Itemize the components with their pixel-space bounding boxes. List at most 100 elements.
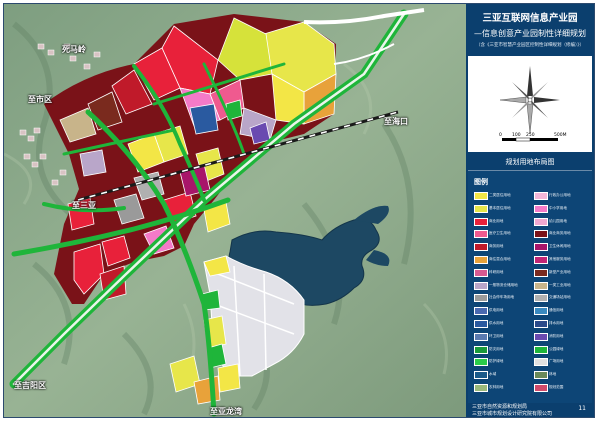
legend-item: 供水用地 (474, 319, 534, 328)
legend-label: 商业商务用地 (549, 231, 571, 236)
legend-label: 新型产业用地 (549, 269, 571, 274)
legend-item: 供电用地 (474, 306, 534, 316)
legend-item: 消防用地 (534, 332, 594, 341)
legend-label: 防护绿地 (489, 359, 504, 364)
legend-swatch (474, 384, 488, 392)
legend-swatch (474, 243, 488, 252)
legend-label: 卫生休闲用地 (549, 244, 571, 249)
legend-item: 交通场站用地 (534, 293, 594, 303)
legend-item: 公园绿地 (534, 345, 594, 354)
legend-swatch (474, 307, 488, 316)
legend-item: 社会停车场用地 (474, 293, 534, 303)
legend-label: 消防用地 (549, 333, 564, 338)
legend-swatch (534, 294, 548, 303)
legend-item: 一类工业用地 (534, 281, 594, 290)
legend-swatch (474, 332, 488, 341)
legend-label: 科研用地 (489, 269, 504, 274)
legend-item: 防护绿地 (474, 357, 534, 367)
legend-label: 排水用地 (549, 321, 564, 325)
legend-swatch (534, 345, 548, 354)
compass-scale-box: 0 100 250 500M (468, 56, 592, 152)
figure-frame: 死马岭 至市区 至海口 至三亚 至吉阳区 至亚龙湾 三亚互联网信息产业园 —信息… (3, 3, 595, 418)
legend-label: 农林用地 (489, 385, 504, 389)
legend-label: 防灾用地 (489, 346, 504, 351)
page-number: 11 (578, 405, 586, 412)
legend-label: 规划范围 (549, 385, 564, 389)
legend-label: 交通场站用地 (549, 295, 571, 300)
info-panel: 三亚互联网信息产业园 —信息创意产业园制性详细规划 （含《三亚市智慧产业园区控制… (466, 4, 594, 417)
legend-item: 新型产业用地 (534, 268, 594, 277)
legend-item: 通信用地 (534, 306, 594, 316)
legend-swatch (534, 281, 548, 290)
legend-swatch (474, 230, 488, 239)
scale-label-250: 250 (526, 132, 535, 138)
legend-swatch (474, 192, 488, 200)
legend-item: 科研用地 (474, 268, 534, 277)
legend: 图例 二类居住用地 行政办公用地基本居住用地 中小学用地 商业用地 幼儿园用地医疗卫生用… (468, 170, 592, 403)
scale-label-500: 500M (554, 132, 567, 138)
legend-label: 供水用地 (489, 321, 504, 325)
legend-swatch (534, 358, 548, 367)
land-use-map: 死马岭 至市区 至海口 至三亚 至吉阳区 至亚龙湾 (4, 4, 466, 417)
legend-item: 环卫用地 (474, 332, 534, 341)
label-to-yalonghu: 至亚龙湾 (210, 407, 242, 416)
legend-swatch (474, 294, 488, 303)
map-title: 规划用地布局图 (505, 158, 555, 166)
legend-label: 其他服务用地 (549, 257, 571, 261)
legend-item: 广场用地 (534, 357, 594, 367)
legend-label: 医疗卫生用地 (489, 231, 511, 236)
legend-swatch (474, 320, 488, 328)
legend-item: 行政办公用地 (534, 191, 594, 200)
legend-swatch (474, 268, 488, 277)
legend-item: 规划范围 (534, 383, 594, 392)
label-siwaling: 死马岭 (62, 45, 86, 54)
legend-swatch (534, 307, 548, 316)
legend-swatch (534, 243, 548, 252)
legend-item: 商业用地 (474, 217, 534, 226)
legend-label: 基本居住用地 (489, 205, 511, 210)
legend-item: 商住混合用地 (474, 255, 534, 264)
label-to-sanya: 至三亚 (72, 201, 96, 210)
legend-item: 水域 (474, 370, 534, 380)
legend-swatch (474, 358, 488, 367)
legend-item: 卫生休闲用地 (534, 242, 594, 252)
legend-item: 幼儿园用地 (534, 217, 594, 226)
legend-label: 商务用地 (489, 244, 504, 249)
legend-swatch (534, 268, 548, 277)
legend-label: 林地 (549, 372, 557, 377)
legend-item: 商业商务用地 (534, 229, 594, 239)
legend-item: 二类居住用地 (474, 191, 534, 200)
legend-item: 排水用地 (534, 319, 594, 328)
legend-label: 一般物流仓储用地 (489, 282, 518, 287)
legend-item: 中小学用地 (534, 204, 594, 213)
legend-label: 幼儿园用地 (549, 218, 567, 223)
scale-label-100: 100 (512, 132, 521, 138)
scale-label-0: 0 (499, 132, 502, 138)
legend-swatch (474, 217, 488, 226)
legend-label: 广场用地 (549, 359, 564, 364)
legend-label: 行政办公用地 (549, 193, 571, 197)
legend-label: 一类工业用地 (549, 282, 571, 287)
legend-swatch (534, 320, 548, 328)
label-to-jiyang: 至吉阳区 (14, 381, 46, 390)
legend-item: 一般物流仓储用地 (474, 281, 534, 290)
legend-item: 其他服务用地 (534, 255, 594, 264)
legend-swatch (534, 192, 548, 200)
legend-swatch (474, 256, 488, 264)
legend-heading: 图例 (474, 178, 488, 186)
legend-label: 水域 (489, 372, 497, 377)
legend-item: 防灾用地 (474, 345, 534, 354)
legend-label: 公园绿地 (549, 346, 564, 351)
legend-label: 商住混合用地 (489, 257, 511, 261)
legend-swatch (534, 204, 548, 213)
scale-bar: 0 100 250 500M (499, 132, 567, 142)
legend-swatch (474, 371, 488, 380)
legend-item: 农林用地 (474, 383, 534, 392)
legend-label: 通信用地 (549, 308, 564, 313)
project-note: （含《三亚市智慧产业园区控制性详细规划（修编）》） (476, 43, 584, 48)
legend-swatch (474, 281, 488, 290)
legend-swatch (534, 332, 548, 341)
footer-org-1: 三亚市自然资源和规划局 (472, 404, 528, 410)
legend-swatch (534, 371, 548, 380)
legend-item: 林地 (534, 370, 594, 380)
